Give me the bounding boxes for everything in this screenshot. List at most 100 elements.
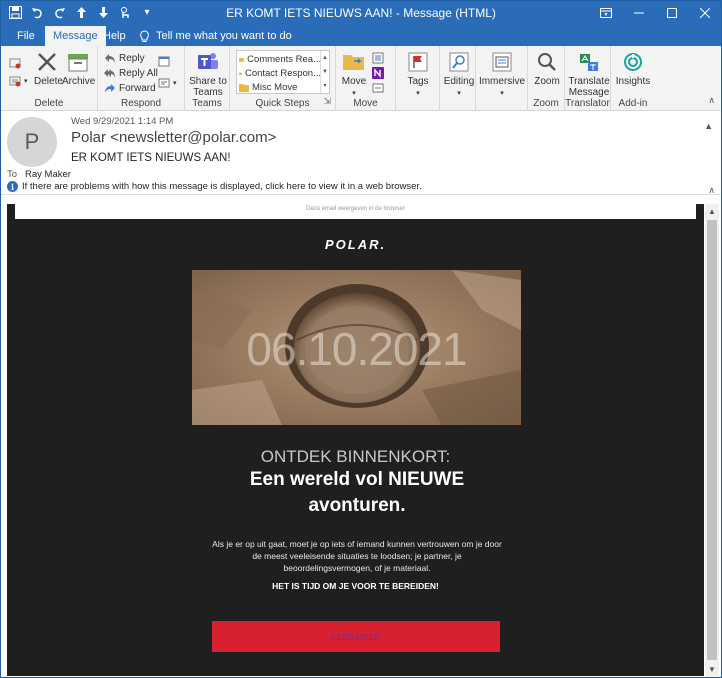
quick-step-misc[interactable]: Misc Move bbox=[239, 81, 321, 94]
customize-icon[interactable]: ▾ bbox=[139, 4, 155, 21]
magnifier-icon bbox=[535, 50, 559, 74]
reply-icon bbox=[104, 52, 116, 64]
forward-button[interactable]: Forward bbox=[104, 81, 156, 95]
more-respond-icon bbox=[158, 77, 170, 89]
group-editing: Editing ▾ bbox=[440, 46, 476, 111]
hero-image[interactable]: 06.10.2021 bbox=[192, 270, 521, 425]
group-tags: Tags ▾ bbox=[396, 46, 440, 111]
teams-icon bbox=[196, 50, 220, 74]
maximize-icon[interactable] bbox=[655, 1, 688, 25]
delete-label: Delete bbox=[34, 76, 63, 87]
view-in-browser-link[interactable]: Deze email weergeven in de browser bbox=[15, 204, 696, 219]
flag-icon bbox=[406, 50, 430, 74]
collapse-header-icon[interactable]: ▲ bbox=[704, 121, 713, 131]
translate-label-1: Translate bbox=[568, 76, 610, 87]
zoom-label: Zoom bbox=[534, 76, 560, 87]
title-bar: ▾ ER KOMT IETS NIEUWS AAN! - Message (HT… bbox=[1, 1, 721, 25]
lees-meer-button[interactable]: LEES MEER bbox=[212, 621, 500, 652]
scroll-up-icon[interactable]: ▲ bbox=[705, 204, 719, 218]
scrollbar-thumb[interactable] bbox=[707, 220, 717, 660]
reply-label: Reply bbox=[119, 52, 145, 64]
hero-date: 06.10.2021 bbox=[246, 323, 467, 375]
polar-logo[interactable]: POLAR. bbox=[325, 237, 386, 252]
tell-me-box[interactable]: Tell me what you want to do bbox=[139, 26, 292, 46]
minimize-icon[interactable] bbox=[622, 1, 655, 25]
archive-button[interactable]: Archive bbox=[62, 50, 96, 87]
folder-icon bbox=[239, 57, 245, 62]
group-move: Move ▾ Move bbox=[336, 46, 396, 111]
forward-label: Forward bbox=[119, 82, 156, 94]
quick-step-contact[interactable]: Contact Respon... bbox=[239, 67, 321, 80]
touch-mode-icon[interactable] bbox=[117, 4, 133, 21]
clean-up-button[interactable]: ▾ bbox=[9, 74, 28, 88]
editing-button[interactable]: Editing ▾ bbox=[442, 50, 476, 99]
more-respond-button[interactable]: ▾ bbox=[158, 76, 177, 90]
zoom-button[interactable]: Zoom bbox=[531, 50, 563, 87]
info-bar-text: If there are problems with how this mess… bbox=[22, 181, 422, 192]
immersive-button[interactable]: Immersive ▾ bbox=[478, 50, 526, 99]
scroll-down-icon[interactable]: ▼ bbox=[705, 662, 719, 676]
more-respond-caret-icon: ▾ bbox=[173, 80, 177, 87]
archive-icon bbox=[66, 50, 90, 74]
translate-message-button[interactable]: Translate Message bbox=[567, 50, 611, 98]
group-label-delete: Delete bbox=[34, 98, 64, 109]
save-icon[interactable] bbox=[7, 4, 23, 21]
redo-icon[interactable] bbox=[51, 4, 67, 21]
rules-button[interactable] bbox=[372, 51, 384, 65]
find-icon bbox=[447, 50, 471, 74]
move-folder-icon bbox=[342, 50, 366, 74]
translate-icon bbox=[577, 50, 601, 74]
ignore-icon bbox=[9, 57, 21, 69]
undo-icon[interactable] bbox=[29, 4, 45, 21]
group-immersive: Immersive ▾ bbox=[476, 46, 528, 111]
to-label: To bbox=[7, 169, 18, 180]
rules-icon bbox=[372, 52, 384, 64]
immersive-label: Immersive bbox=[478, 76, 526, 87]
meeting-button[interactable] bbox=[158, 54, 170, 68]
message-date: Wed 9/29/2021 1:14 PM bbox=[71, 116, 174, 127]
group-zoom: Zoom Zoom bbox=[528, 46, 565, 111]
tags-label: Tags bbox=[407, 76, 429, 87]
share-to-teams-button[interactable]: Share to Teams bbox=[188, 50, 228, 98]
quick-step-comments[interactable]: Comments Rea... bbox=[239, 53, 321, 66]
insights-button[interactable]: Insights bbox=[613, 50, 653, 87]
ribbon-tabs: File Message Help Tell me what you want … bbox=[1, 25, 721, 46]
up-arrow-icon[interactable] bbox=[73, 4, 89, 21]
message-sender[interactable]: Polar <newsletter@polar.com> bbox=[71, 129, 276, 146]
delete-button[interactable]: Delete bbox=[34, 50, 63, 87]
quick-steps-scrollbar[interactable]: ▲ ▼ ▾ bbox=[320, 51, 329, 93]
tab-help[interactable]: Help bbox=[95, 26, 134, 46]
outlook-message-window: ▾ ER KOMT IETS NIEUWS AAN! - Message (HT… bbox=[0, 0, 722, 678]
immersive-caret-icon: ▾ bbox=[500, 90, 504, 97]
delete-icon bbox=[35, 50, 59, 74]
info-icon: i bbox=[7, 181, 18, 192]
move-label: Move bbox=[341, 76, 367, 87]
info-bar[interactable]: i If there are problems with how this me… bbox=[7, 181, 422, 192]
folder-icon bbox=[239, 84, 249, 92]
quick-steps-launcher-icon[interactable]: ⇲ bbox=[323, 96, 331, 107]
clean-up-caret-icon: ▾ bbox=[24, 78, 28, 85]
collapse-ribbon-icon[interactable]: ∧ bbox=[708, 95, 715, 106]
down-arrow-icon[interactable] bbox=[95, 4, 111, 21]
group-respond: Reply Reply All Forward ▾ Respond bbox=[98, 46, 185, 111]
insights-icon bbox=[621, 50, 645, 74]
archive-label: Archive bbox=[62, 76, 96, 87]
vertical-scrollbar[interactable]: ▲ ▼ bbox=[705, 204, 719, 676]
share-label-2: Teams bbox=[193, 87, 223, 98]
close-icon[interactable] bbox=[688, 1, 721, 25]
onenote-button[interactable] bbox=[372, 66, 384, 80]
tags-button[interactable]: Tags ▾ bbox=[402, 50, 434, 99]
recipient-name[interactable]: Ray Maker bbox=[25, 169, 71, 180]
move-button[interactable]: Move ▾ bbox=[339, 50, 369, 99]
group-translator: Translate Message Translator bbox=[565, 46, 611, 111]
email-kicker: ONTDEK BINNENKORT: bbox=[260, 447, 451, 466]
actions-icon bbox=[372, 82, 384, 94]
group-label-translator: Translator bbox=[565, 98, 610, 109]
ribbon-display-icon[interactable] bbox=[589, 1, 622, 25]
actions-button[interactable] bbox=[372, 81, 384, 95]
reply-button[interactable]: Reply bbox=[104, 51, 145, 65]
reply-all-button[interactable]: Reply All bbox=[104, 66, 158, 80]
ignore-button[interactable] bbox=[9, 56, 21, 70]
tags-caret-icon: ▾ bbox=[416, 90, 420, 97]
tab-file[interactable]: File bbox=[9, 26, 43, 46]
